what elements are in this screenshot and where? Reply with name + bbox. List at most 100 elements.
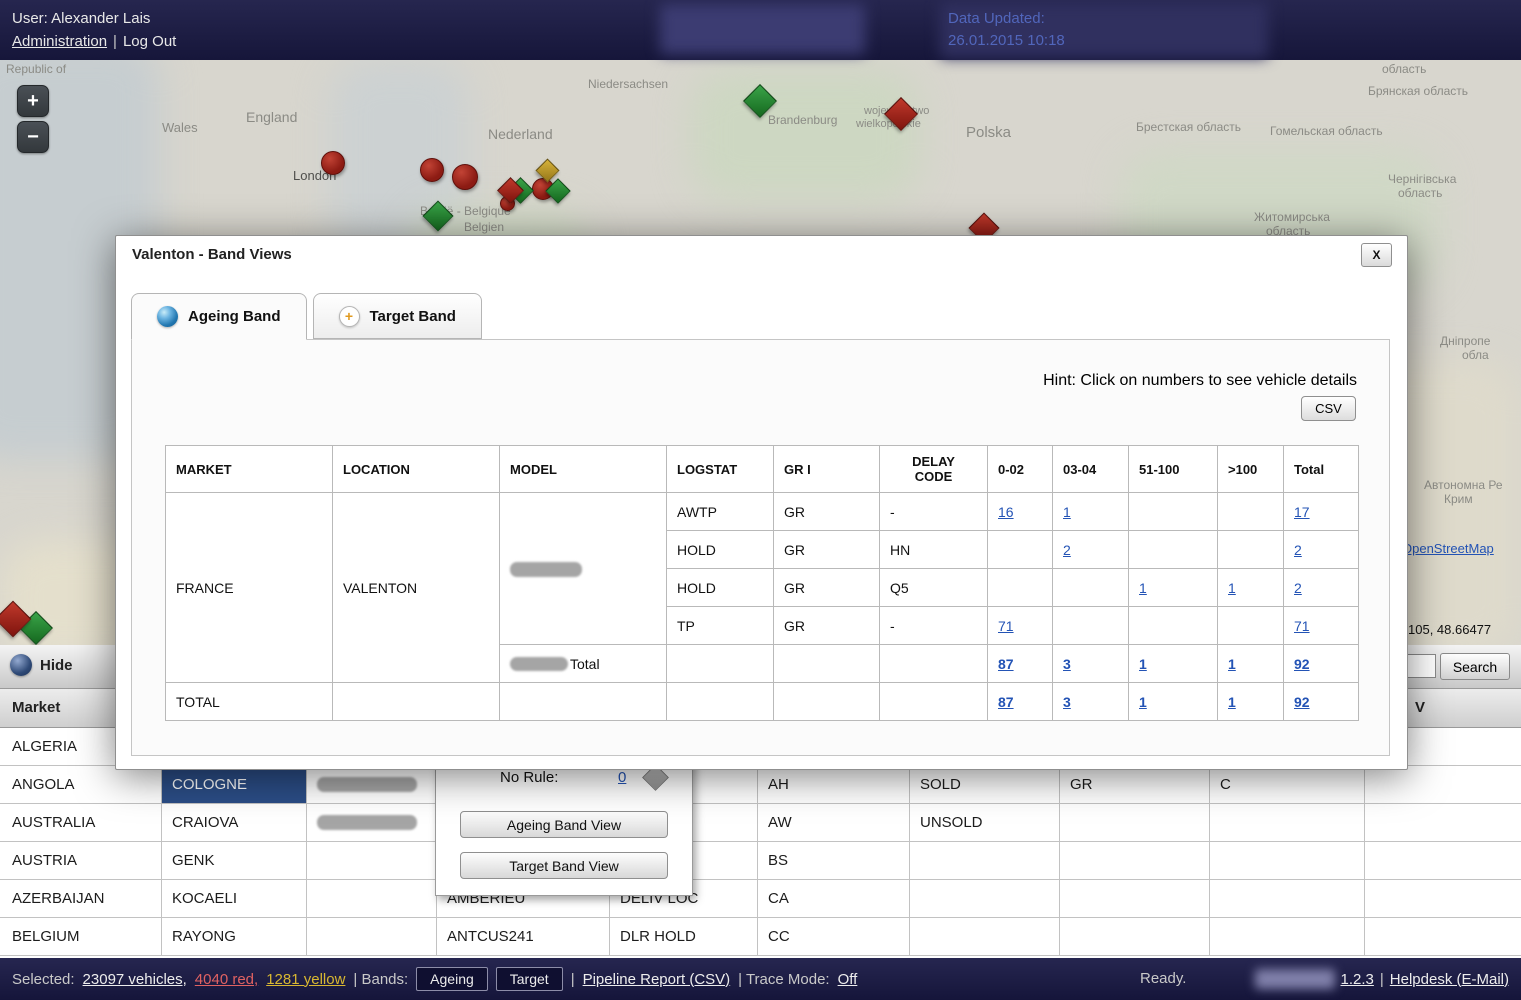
hide-button[interactable]: Hide	[10, 654, 73, 676]
administration-link[interactable]: Administration	[12, 33, 107, 50]
map-marker-red-circle[interactable]	[420, 158, 444, 182]
market-cell[interactable]: ANGOLA	[0, 766, 162, 803]
version-link[interactable]: 1.2.3	[1341, 971, 1374, 988]
map-label: Republic of	[6, 62, 66, 76]
band3-cell: 1	[1129, 683, 1218, 721]
location-cell[interactable]: KOCAELI	[162, 880, 307, 917]
vehicle-count-link[interactable]: 1	[1228, 694, 1236, 710]
vehicle-count-link[interactable]: 92	[1294, 694, 1310, 710]
band3-cell	[1129, 493, 1218, 531]
total-cell: 2	[1284, 531, 1359, 569]
market-column-header: Market	[12, 699, 60, 716]
market-cell[interactable]: BELGIUM	[0, 918, 162, 955]
location-cell[interactable]: RAYONG	[162, 918, 307, 955]
col-header-band3: 51-100	[1129, 446, 1218, 493]
band4-cell	[1218, 607, 1284, 645]
table-row: FRANCE VALENTON AWTP GR - 16 1 17	[166, 493, 1359, 531]
empty-cell	[1365, 804, 1521, 841]
vehicle-count-link[interactable]: 16	[998, 504, 1014, 520]
location-cell[interactable]: CRAIOVA	[162, 804, 307, 841]
vehicle-count-link[interactable]: 1	[1139, 656, 1147, 672]
vehicle-count-link[interactable]: 71	[998, 618, 1014, 634]
vehicle-count-link[interactable]: 87	[998, 694, 1014, 710]
logstat-cell: TP	[667, 607, 774, 645]
vehicle-count-link[interactable]: 87	[998, 656, 1014, 672]
gri-cell	[774, 683, 880, 721]
redacted-model	[510, 562, 582, 577]
tab-target-band[interactable]: + Target Band	[313, 293, 482, 339]
table-row[interactable]: AZERBAIJAN KOCAELI AMBERIEU DELIV LOC CA	[0, 880, 1521, 918]
model-cell	[500, 493, 667, 645]
vehicle-count-link[interactable]: 2	[1294, 542, 1302, 558]
vehicle-count-link[interactable]: 1	[1139, 580, 1147, 596]
zoom-in-button[interactable]: +	[17, 85, 49, 117]
vehicle-count-link[interactable]: 2	[1063, 542, 1071, 558]
ageing-band-icon	[157, 306, 178, 327]
zoom-out-button[interactable]: −	[17, 121, 49, 153]
data-updated-value: 26.01.2015 10:18	[948, 30, 1065, 52]
model-total-cell: Total	[500, 645, 667, 683]
total-cell: 92	[1284, 683, 1359, 721]
tab-ageing-band[interactable]: Ageing Band	[131, 293, 307, 340]
yellow-vehicles-link[interactable]: 1281 yellow	[266, 971, 345, 988]
vehicle-count-link[interactable]: 3	[1063, 694, 1071, 710]
redacted-block	[1255, 969, 1335, 989]
band4-cell: 1	[1218, 683, 1284, 721]
pipeline-report-link[interactable]: Pipeline Report (CSV)	[583, 971, 731, 988]
logstat-cell: AWTP	[667, 493, 774, 531]
market-cell[interactable]: AZERBAIJAN	[0, 880, 162, 917]
no-rule-count-link[interactable]: 0	[618, 769, 626, 786]
map-label: Wales	[162, 120, 198, 135]
target-band-button[interactable]: Target	[496, 967, 563, 991]
vehicle-count-link[interactable]: 1	[1228, 580, 1236, 596]
csv-export-button[interactable]: CSV	[1301, 396, 1356, 421]
market-cell[interactable]: AUSTRALIA	[0, 804, 162, 841]
ageing-band-button[interactable]: Ageing	[416, 967, 488, 991]
table-row[interactable]: AUSTRALIA CRAIOVA AW UNSOLD	[0, 804, 1521, 842]
gr-cell	[1060, 880, 1210, 917]
vehicle-count-link[interactable]: 1	[1063, 504, 1071, 520]
ready-status: Ready.	[1140, 970, 1186, 987]
map-marker-red-circle[interactable]	[321, 151, 345, 175]
market-cell[interactable]: AUSTRIA	[0, 842, 162, 879]
vehicle-count-link[interactable]: 2	[1294, 580, 1302, 596]
vehicle-count-link[interactable]: 1	[1139, 694, 1147, 710]
vehicle-count-link[interactable]: 1	[1228, 656, 1236, 672]
logstat-cell: HOLD	[667, 569, 774, 607]
delay-cell: Q5	[880, 569, 988, 607]
total-cell: 92	[1284, 645, 1359, 683]
close-button[interactable]: X	[1361, 243, 1392, 267]
band4-cell	[1218, 493, 1284, 531]
table-row[interactable]: BELGIUM RAYONG ANTCUS241 DLR HOLD CC	[0, 918, 1521, 956]
logout-link[interactable]: Log Out	[123, 33, 176, 50]
vehicle-count-link[interactable]: 3	[1063, 656, 1071, 672]
table-row[interactable]: ANGOLA COLOGNE AH SOLD GR C	[0, 766, 1521, 804]
group-cell: CC	[758, 918, 910, 955]
gr-cell: GR	[1060, 766, 1210, 803]
location-cell[interactable]: GENK	[162, 842, 307, 879]
gr-cell	[1060, 918, 1210, 955]
vehicle-count-link[interactable]: 92	[1294, 656, 1310, 672]
top-bar: User: Alexander Lais Administration|Log …	[0, 0, 1521, 60]
table-row[interactable]: AUSTRIA GENK BS	[0, 842, 1521, 880]
map-label: область	[1398, 186, 1442, 200]
helpdesk-link[interactable]: Helpdesk (E-Mail)	[1390, 971, 1509, 988]
model-total-label: Total	[570, 656, 600, 672]
openstreetmap-link[interactable]: OpenStreetMap	[1402, 541, 1494, 556]
sold-cell: SOLD	[910, 766, 1060, 803]
search-button[interactable]: Search	[1440, 653, 1510, 680]
location-cell-selected[interactable]: COLOGNE	[162, 766, 307, 803]
target-band-view-button[interactable]: Target Band View	[460, 852, 668, 879]
trace-mode-toggle[interactable]: Off	[838, 971, 858, 988]
map-label: Belgien	[464, 220, 504, 234]
ageing-band-view-button[interactable]: Ageing Band View	[460, 811, 668, 838]
band1-cell	[988, 531, 1053, 569]
vehicle-count-link[interactable]: 71	[1294, 618, 1310, 634]
sold-cell: UNSOLD	[910, 804, 1060, 841]
name-cell: ANTCUS241	[437, 918, 610, 955]
map-marker-red-circle[interactable]	[452, 164, 478, 190]
selected-vehicles-link[interactable]: 23097 vehicles,	[83, 971, 187, 988]
red-vehicles-link[interactable]: 4040 red,	[195, 971, 258, 988]
vehicle-count-link[interactable]: 17	[1294, 504, 1310, 520]
map-label: Брестская область	[1136, 120, 1241, 134]
